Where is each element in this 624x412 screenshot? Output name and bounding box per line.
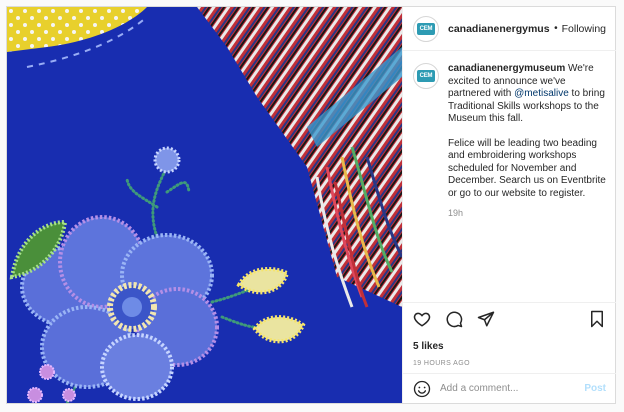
caption-avatar[interactable]: CEM: [413, 63, 439, 89]
post-image[interactable]: [7, 7, 402, 403]
comment-input[interactable]: [440, 383, 585, 394]
mention-link[interactable]: @metisalive: [514, 88, 569, 99]
following-button[interactable]: Following: [562, 23, 606, 35]
action-bar: [413, 307, 606, 331]
header-username[interactable]: canadianenergymuseum: [448, 23, 550, 35]
post-sidebar: CEM canadianenergymuseum • Following CEM…: [402, 7, 616, 403]
header-separator: •: [554, 23, 558, 34]
caption-row: CEM canadianenergymuseum We're excited t…: [413, 63, 606, 220]
caption-username[interactable]: canadianenergymuseum: [448, 63, 565, 74]
bookmark-icon[interactable]: [588, 310, 606, 328]
posted-time[interactable]: 19 HOURS AGO: [413, 360, 470, 367]
museum-logo: CEM: [417, 22, 435, 35]
caption-paragraph-2: Felice will be leading two beading and e…: [448, 137, 606, 199]
post-card: CEM canadianenergymuseum • Following CEM…: [6, 6, 616, 404]
beadwork-image: [7, 7, 402, 403]
add-comment-bar: Post: [403, 373, 616, 403]
share-icon[interactable]: [477, 310, 495, 328]
post-header: CEM canadianenergymuseum • Following: [403, 7, 616, 51]
heart-icon[interactable]: [413, 310, 431, 328]
avatar[interactable]: CEM: [413, 15, 439, 42]
caption-text: canadianenergymuseum We're excited to an…: [448, 63, 606, 220]
emoji-icon[interactable]: [413, 380, 431, 398]
museum-logo: CEM: [417, 70, 435, 82]
likes-count[interactable]: 5 likes: [413, 341, 444, 352]
caption-area: CEM canadianenergymuseum We're excited t…: [403, 51, 616, 303]
caption-timestamp[interactable]: 19h: [448, 207, 606, 220]
comment-icon[interactable]: [445, 310, 463, 328]
post-comment-button[interactable]: Post: [584, 383, 606, 394]
